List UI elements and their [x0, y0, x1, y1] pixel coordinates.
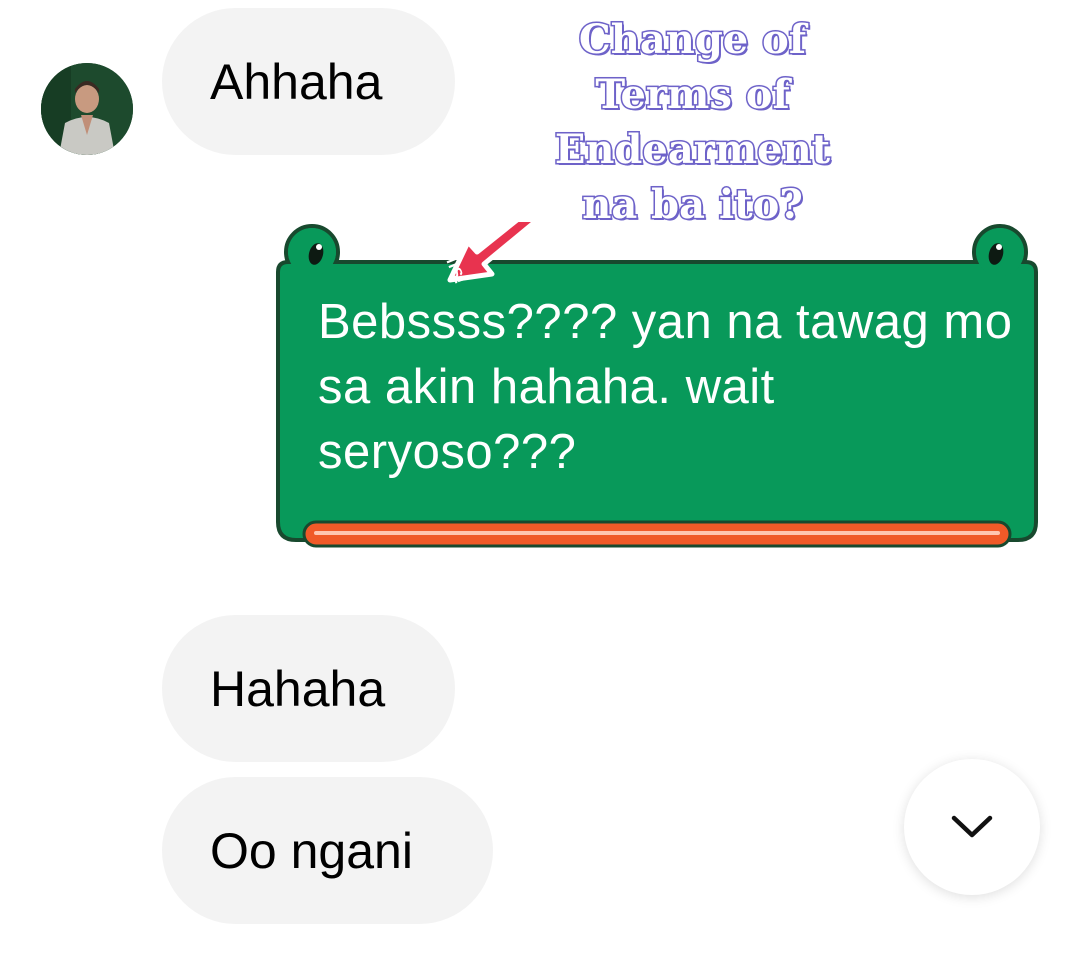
chevron-down-icon	[951, 815, 993, 838]
caption-line: na ba ito?	[581, 180, 805, 230]
overlay-caption: Change of Terms of Endearment na ba ito?	[520, 12, 865, 232]
incoming-message[interactable]: Hahaha	[162, 615, 455, 762]
outgoing-message-text: Bebssss???? yan na tawag mo sa akin haha…	[318, 295, 1013, 479]
scroll-to-bottom-button[interactable]	[904, 759, 1040, 895]
message-text: Oo ngani	[210, 822, 413, 879]
message-text: Ahhaha	[210, 53, 383, 110]
chat-thread: Ahhaha Bebssss???? yan na tawag mo sa ak…	[0, 0, 1080, 954]
caption-line: Change of	[577, 15, 807, 65]
avatar-image	[41, 63, 133, 155]
message-text: Hahaha	[210, 660, 386, 717]
incoming-message[interactable]: Oo ngani	[162, 777, 493, 924]
contact-avatar[interactable]	[41, 63, 133, 155]
incoming-message[interactable]: Ahhaha	[162, 8, 455, 155]
caption-line: Endearment	[553, 125, 831, 175]
caption-line: Terms of	[594, 70, 791, 120]
